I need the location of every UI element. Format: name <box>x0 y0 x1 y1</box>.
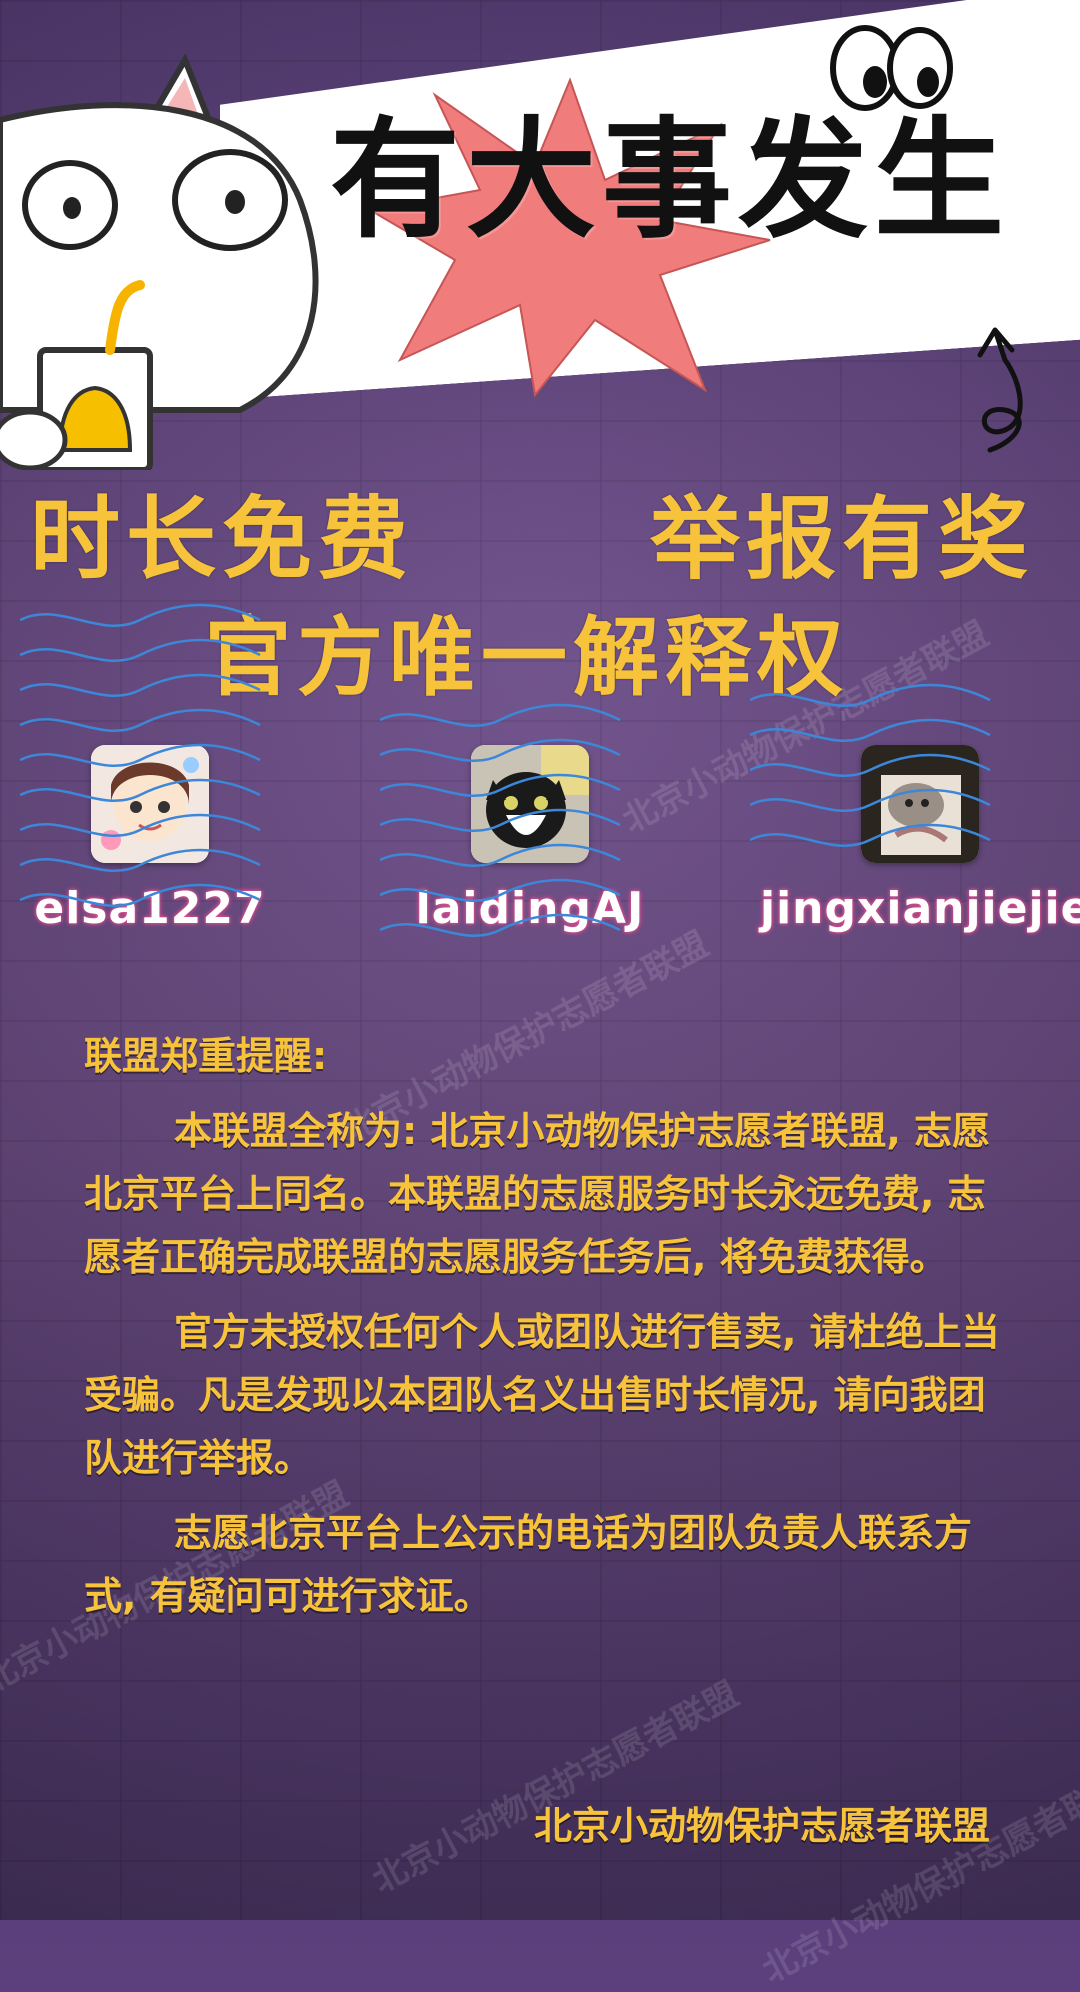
profile-card: laidingAJ <box>400 745 660 934</box>
profile-card: jingxianjiejie <box>760 745 1080 934</box>
notice-block: 联盟郑重提醒: 本联盟全称为: 北京小动物保护志愿者联盟, 志愿北京平台上同名。… <box>84 1025 1000 1628</box>
slogan-report-reward: 举报有奖 <box>650 487 1034 592</box>
top-banner: 有大事发生 <box>0 0 1080 470</box>
black-white-cat-avatar-icon <box>471 745 589 863</box>
notice-paragraph: 志愿北京平台上公示的电话为团队负责人联系方式, 有疑问可进行求证。 <box>84 1511 973 1618</box>
cat-photo-avatar-icon <box>861 745 979 863</box>
anime-girl-avatar-icon <box>91 745 209 863</box>
notice-heading: 联盟郑重提醒: <box>84 1034 328 1078</box>
squiggle-arrow-icon <box>977 327 1023 453</box>
cartoon-eyes-icon <box>830 25 953 111</box>
username: elsa1227 <box>34 883 266 934</box>
notice-paragraph: 本联盟全称为: 北京小动物保护志愿者联盟, 志愿北京平台上同名。本联盟的志愿服务… <box>84 1109 991 1279</box>
username: laidingAJ <box>415 883 645 934</box>
profile-card: elsa1227 <box>20 745 280 934</box>
notice-paragraph: 官方未授权任何个人或团队进行售卖, 请杜绝上当受骗。凡是发现以本团队名义出售时长… <box>84 1310 1000 1480</box>
signature: 北京小动物保护志愿者联盟 <box>533 1804 990 1848</box>
slogan-free-hours: 时长免费 <box>30 487 414 592</box>
cartoon-cat-icon <box>0 53 319 470</box>
headline: 有大事发生 <box>330 104 1011 256</box>
username: jingxianjiejie <box>760 883 1080 934</box>
slogan-official-right: 官方唯一解释权 <box>205 608 849 708</box>
